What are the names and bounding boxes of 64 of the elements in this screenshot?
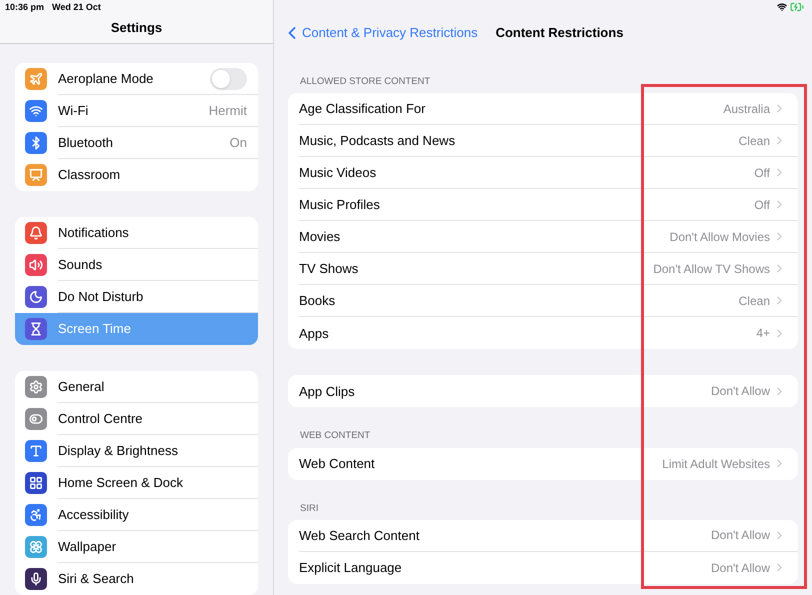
- settings-row[interactable]: Web Content Limit Adult Websites: [288, 448, 798, 480]
- item-label: Wallpaper: [58, 538, 118, 556]
- row-label: Explicit Language: [299, 559, 403, 577]
- back-button[interactable]: Content & Privacy Restrictions: [282, 23, 478, 43]
- sidebar-title: Settings: [110, 19, 162, 37]
- settings-row[interactable]: Apps 4+: [288, 317, 798, 350]
- settings-row[interactable]: Books Clean: [288, 285, 798, 318]
- row-label: Apps: [299, 324, 330, 343]
- item-label: Notifications: [58, 224, 130, 242]
- settings-row[interactable]: Music, Podcasts and News Clean: [288, 125, 798, 158]
- row-label: Movies: [299, 228, 342, 246]
- row-label: Web Search Content: [299, 526, 420, 544]
- item-label: Aeroplane Mode: [58, 70, 154, 88]
- item-label: Siri & Search: [58, 570, 135, 588]
- status-time: 10:36 pm: [5, 1, 44, 14]
- item-label: Control Centre: [58, 410, 144, 428]
- settings-row[interactable]: Music Videos Off: [288, 157, 798, 190]
- item-label: Bluetooth: [58, 134, 114, 152]
- row-label: TV Shows: [299, 260, 360, 278]
- row-value: Don't Allow: [711, 560, 770, 577]
- section-header: SIRI: [299, 502, 320, 516]
- item-value: Hermit: [208, 102, 247, 120]
- settings-row[interactable]: Age Classification For Australia: [288, 93, 798, 126]
- settings-row[interactable]: TV Shows Don't Allow TV Shows: [288, 253, 798, 286]
- item-label: Display & Brightness: [58, 442, 179, 460]
- row-value: Australia: [723, 100, 770, 118]
- row-value: Clean: [738, 132, 770, 150]
- item-label: Screen Time: [58, 320, 132, 338]
- row-value: Don't Allow: [711, 527, 770, 544]
- section-header: ALLOWED STORE CONTENT: [299, 75, 432, 89]
- row-label: Music Profiles: [299, 196, 381, 214]
- settings-row[interactable]: Explicit Language Don't Allow: [288, 552, 798, 584]
- toggle-switch[interactable]: [210, 68, 247, 90]
- item-value: On: [230, 134, 247, 152]
- row-value: Off: [754, 196, 770, 214]
- page-title: Content Restrictions: [496, 24, 624, 42]
- row-value: Don't Allow TV Shows: [653, 260, 770, 278]
- row-value: Don't Allow: [711, 383, 770, 400]
- row-value: Off: [754, 164, 770, 182]
- row-value: 4+: [756, 325, 770, 342]
- row-label: Music, Podcasts and News: [299, 132, 456, 150]
- row-label: Music Videos: [299, 164, 378, 182]
- status-date: Wed 21 Oct: [52, 1, 101, 14]
- row-value: Don't Allow Movies: [670, 228, 770, 246]
- settings-row[interactable]: Movies Don't Allow Movies: [288, 221, 798, 254]
- item-label: Accessibility: [58, 506, 130, 524]
- row-label: Books: [299, 292, 336, 310]
- item-label: Do Not Disturb: [58, 288, 144, 306]
- item-label: General: [58, 378, 106, 396]
- settings-row[interactable]: Music Profiles Off: [288, 189, 798, 222]
- item-label: Classroom: [58, 166, 122, 184]
- battery-icon: [790, 0, 804, 14]
- row-label: Age Classification For: [299, 100, 426, 118]
- row-label: Web Content: [299, 454, 376, 473]
- item-label: Sounds: [58, 256, 104, 274]
- item-label: Home Screen & Dock: [58, 474, 184, 492]
- section-header: WEB CONTENT: [299, 429, 372, 444]
- row-value: Clean: [738, 292, 770, 310]
- row-value: Limit Adult Websites: [662, 456, 770, 472]
- settings-row[interactable]: Web Search Content Don't Allow: [288, 520, 798, 552]
- wifi-icon: [777, 2, 787, 12]
- settings-row[interactable]: App Clips Don't Allow: [288, 375, 798, 408]
- item-label: Wi-Fi: [58, 102, 90, 120]
- row-label: App Clips: [299, 382, 356, 401]
